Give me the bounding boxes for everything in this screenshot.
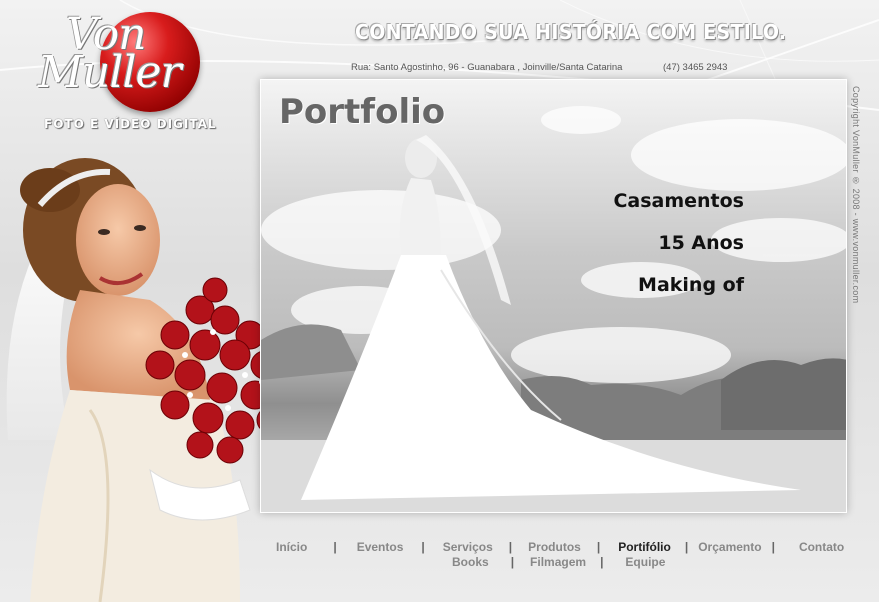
nav-separator: |	[684, 540, 689, 554]
copyright-vertical: Copyright VonMuller ® 2008 - www.vonmull…	[851, 86, 861, 304]
nav-separator: |	[510, 555, 515, 569]
portfolio-panel: Portfolio Casamentos 15 Anos Making of	[260, 79, 847, 513]
nav-orcamento[interactable]: Orçamento	[698, 540, 761, 554]
panel-bride-background	[261, 106, 846, 512]
nav-separator: |	[771, 540, 775, 554]
nav-separator: |	[508, 540, 513, 554]
nav-separator: |	[421, 540, 425, 554]
logo-tagline: FOTO E VÍDEO DIGITAL	[44, 117, 217, 131]
footer-navigation: Início | Eventos | Serviços | Produtos |…	[270, 540, 860, 569]
nav-separator: |	[596, 540, 601, 554]
header-address: Rua: Santo Agostinho, 96 - Guanabara , J…	[351, 62, 623, 73]
nav-eventos[interactable]: Eventos	[357, 540, 404, 554]
logo-line-2: Muller	[38, 47, 182, 98]
vonmuller-logo[interactable]: Von Muller FOTO E VÍDEO DIGITAL	[30, 8, 220, 138]
nav-equipe[interactable]: Equipe	[625, 555, 665, 569]
nav-separator: |	[600, 555, 604, 569]
nav-produtos[interactable]: Produtos	[528, 540, 581, 554]
nav-filmagem[interactable]: Filmagem	[530, 555, 586, 569]
nav-contato[interactable]: Contato	[799, 540, 844, 554]
nav-portifolio[interactable]: Portifólio	[618, 540, 671, 554]
page-title: Portfolio	[279, 92, 446, 132]
nav-books[interactable]: Books	[452, 555, 489, 569]
header-phone: (47) 3465 2943	[663, 62, 728, 73]
header-slogan: CONTANDO SUA HISTÓRIA COM ESTILO.	[355, 20, 787, 44]
nav-separator: |	[333, 540, 337, 554]
link-15-anos[interactable]: 15 Anos	[613, 222, 744, 264]
nav-inicio[interactable]: Início	[276, 540, 307, 554]
portfolio-category-menu: Casamentos 15 Anos Making of	[613, 180, 744, 306]
logo-wordmark: Von Muller	[30, 13, 220, 98]
link-making-of[interactable]: Making of	[613, 264, 744, 306]
link-casamentos[interactable]: Casamentos	[613, 180, 744, 222]
nav-servicos[interactable]: Serviços	[443, 540, 493, 554]
